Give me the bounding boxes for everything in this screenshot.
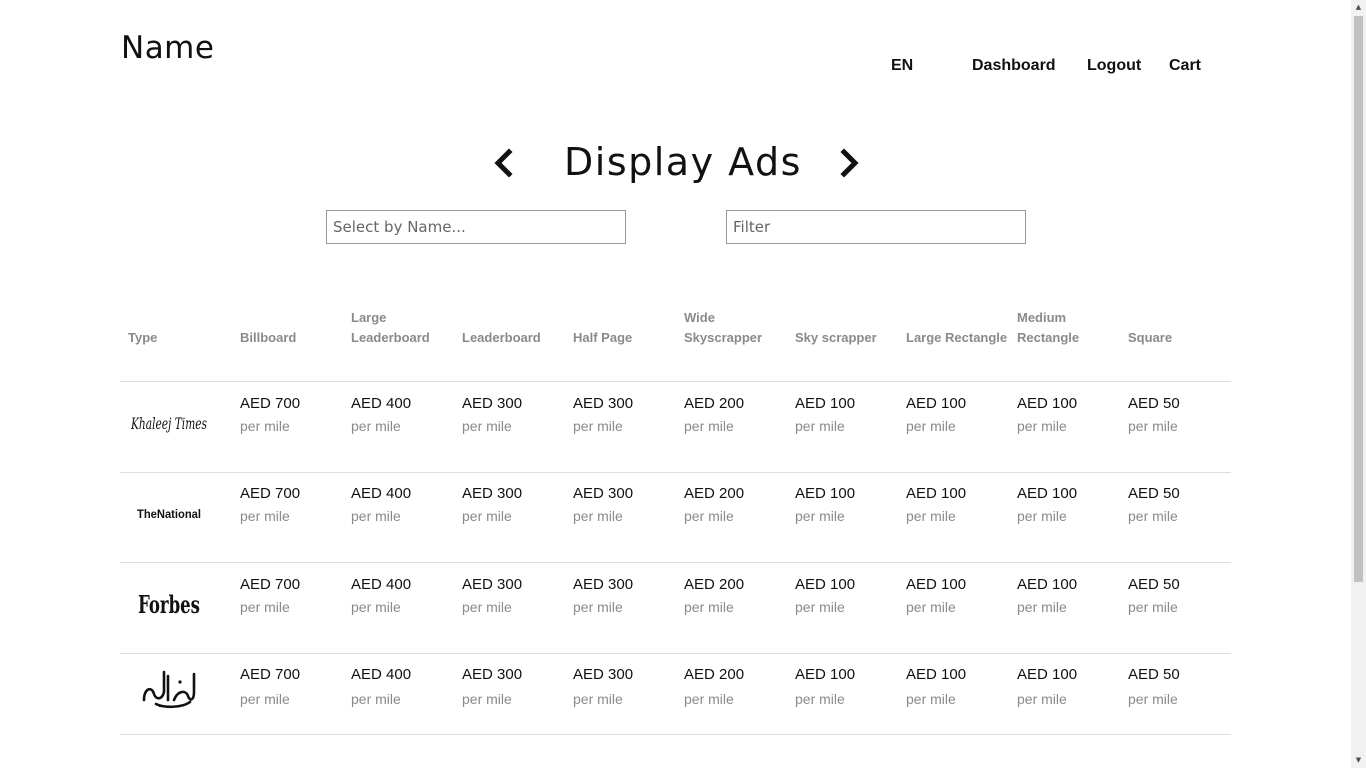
column-header-billboard: Billboard	[240, 330, 297, 345]
al-bayan-logo	[128, 664, 210, 710]
khaleej-times-logo: Khaleej Times	[128, 408, 210, 438]
price-cell[interactable]: AED 300 per mile	[462, 576, 522, 615]
table-header: Type Billboard Large Leaderboard Leaderb…	[120, 300, 1231, 382]
the-national-logo: TheNational	[128, 501, 210, 525]
price-cell[interactable]: AED 400 per mile	[351, 576, 411, 615]
column-header-half-page: Half Page	[573, 330, 633, 345]
search-by-name-input[interactable]	[326, 210, 626, 244]
price-cell[interactable]: AED 200 per mile	[684, 485, 744, 524]
price-cell[interactable]: AED 700 per mile	[240, 576, 300, 615]
column-header-leaderboard: Leaderboard	[462, 330, 541, 345]
price-cell[interactable]: AED 100 per mile	[795, 576, 855, 615]
svg-text:TheNational: TheNational	[137, 507, 201, 521]
svg-text:Khaleej Times: Khaleej Times	[130, 414, 207, 433]
price-cell[interactable]: AED 100 per mile	[1017, 485, 1077, 524]
column-header-large-rectangle: Large Rectangle	[906, 330, 1008, 345]
price-cell[interactable]: AED 100 per mile	[906, 666, 966, 707]
table-row: Forbes AED 700 per mile AED 400 per mile A…	[120, 563, 1231, 654]
price-cell[interactable]: AED 50 per mile	[1128, 576, 1180, 615]
price-cell[interactable]: AED 400 per mile	[351, 666, 411, 707]
price-cell[interactable]: AED 100 per mile	[1017, 395, 1077, 434]
table-row: TheNational AED 700 per mile AED 400 per m…	[120, 473, 1231, 563]
price-cell[interactable]: AED 300 per mile	[573, 395, 633, 434]
column-header-large-leaderboard: Large Leaderboard	[351, 310, 430, 345]
table-row: AED 700 per mile AED 400 per mile AED 300 p…	[120, 654, 1231, 735]
price-cell[interactable]: AED 300 per mile	[462, 485, 522, 524]
column-header-medium-rectangle: Medium Rectangle	[1017, 310, 1080, 345]
price-cell[interactable]: AED 300 per mile	[573, 485, 633, 524]
brand-name[interactable]: Name	[121, 30, 214, 66]
price-cell[interactable]: AED 300 per mile	[462, 395, 522, 434]
filter-input[interactable]	[726, 210, 1026, 244]
price-cell[interactable]: AED 100 per mile	[795, 666, 855, 707]
column-header-square: Square	[1128, 330, 1173, 345]
price-cell[interactable]: AED 100 per mile	[906, 395, 966, 434]
scrollbar-thumb[interactable]	[1354, 16, 1363, 582]
forbes-logo: Forbes	[128, 587, 210, 621]
nav-dashboard-link[interactable]: Dashboard	[972, 57, 1056, 75]
vertical-scrollbar[interactable]: ▲ ▼	[1351, 0, 1366, 768]
price-cell[interactable]: AED 100 per mile	[1017, 576, 1077, 615]
table-row: Khaleej Times AED 700 per mile AED 400 per…	[120, 382, 1231, 473]
scroll-down-arrow-icon[interactable]: ▼	[1351, 753, 1366, 768]
price-cell[interactable]: AED 50 per mile	[1128, 666, 1180, 707]
previous-arrow-icon[interactable]	[490, 144, 518, 182]
price-cell[interactable]: AED 700 per mile	[240, 666, 300, 707]
price-cell[interactable]: AED 200 per mile	[684, 395, 744, 434]
column-header-type: Type	[128, 330, 158, 345]
price-cell[interactable]: AED 100 per mile	[1017, 666, 1077, 707]
page-title: Display Ads	[564, 140, 802, 184]
price-cell[interactable]: AED 300 per mile	[573, 576, 633, 615]
title-row: Display Ads	[0, 140, 1351, 186]
nav-logout-link[interactable]: Logout	[1087, 57, 1141, 75]
language-selector[interactable]: EN	[891, 57, 913, 75]
price-cell[interactable]: AED 100 per mile	[795, 395, 855, 434]
price-cell[interactable]: AED 50 per mile	[1128, 395, 1180, 434]
next-arrow-icon[interactable]	[835, 144, 863, 182]
price-cell[interactable]: AED 50 per mile	[1128, 485, 1180, 524]
price-cell[interactable]: AED 300 per mile	[573, 666, 633, 707]
price-cell[interactable]: AED 700 per mile	[240, 485, 300, 524]
price-cell[interactable]: AED 200 per mile	[684, 666, 744, 707]
price-cell[interactable]: AED 700 per mile	[240, 395, 300, 434]
price-cell[interactable]: AED 400 per mile	[351, 485, 411, 524]
price-cell[interactable]: AED 400 per mile	[351, 395, 411, 434]
price-cell[interactable]: AED 100 per mile	[795, 485, 855, 524]
price-cell[interactable]: AED 100 per mile	[906, 485, 966, 524]
price-cell[interactable]: AED 100 per mile	[906, 576, 966, 615]
price-cell[interactable]: AED 300 per mile	[462, 666, 522, 707]
price-cell[interactable]: AED 200 per mile	[684, 576, 744, 615]
nav-cart-link[interactable]: Cart	[1169, 57, 1201, 75]
svg-text:Forbes: Forbes	[138, 590, 200, 619]
column-header-wide-skyscrapper: Wide Skyscrapper	[684, 310, 763, 345]
scroll-up-arrow-icon[interactable]: ▲	[1351, 0, 1366, 15]
column-header-sky-scrapper: Sky scrapper	[795, 330, 877, 345]
